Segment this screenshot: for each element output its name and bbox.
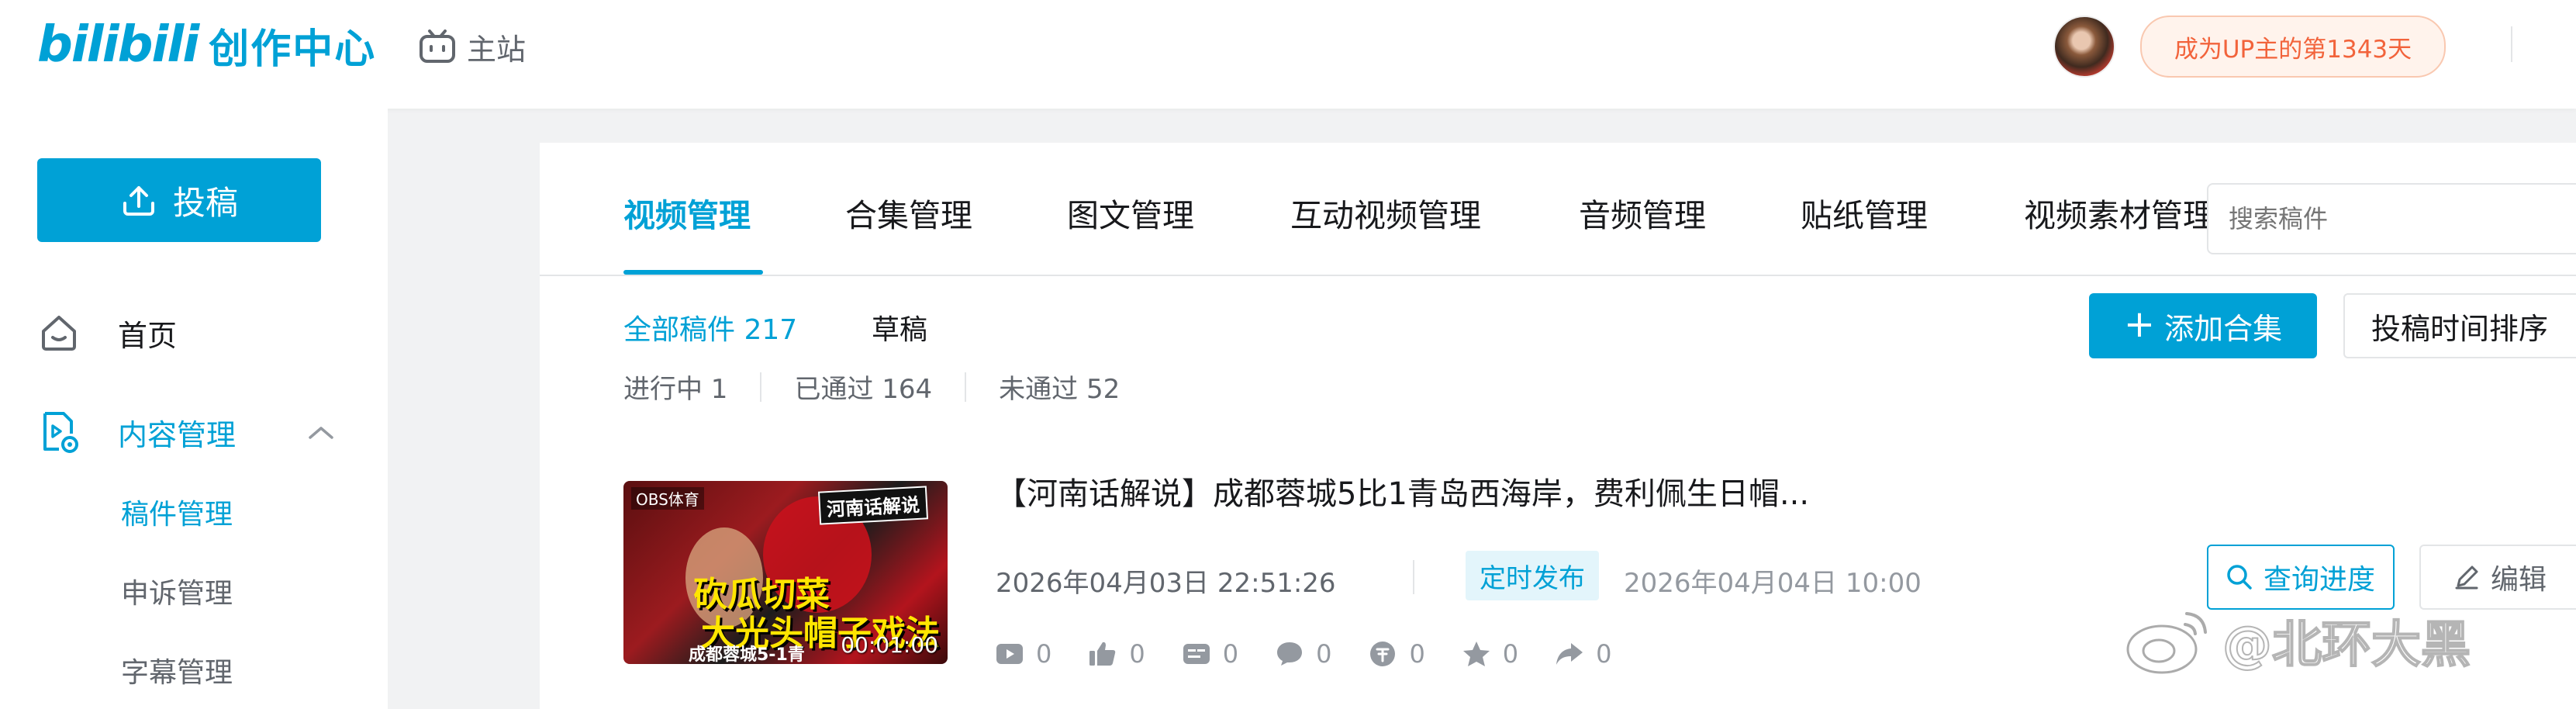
sidebar-item-label: 内容管理 [118,417,237,452]
stat-value: 0 [1222,639,1239,669]
add-collection-label: 添加合集 [2164,311,2283,346]
filter-rejected[interactable]: 未通过 52 [999,368,1120,406]
search-icon [2227,565,2252,590]
divider [965,372,967,402]
chevron-up-icon[interactable] [307,424,335,442]
tab-interactive-video-management[interactable]: 互动视频管理 [1290,189,1481,267]
stat-value: 0 [1596,639,1612,669]
up-days-badge: 成为UP主的第1343天 [2140,16,2446,78]
tab-audio-management[interactable]: 音频管理 [1579,189,1706,267]
divider [2511,26,2512,62]
tab-sticker-management[interactable]: 贴纸管理 [1801,189,1928,267]
status-filter-row: 进行中 1 已通过 164 未通过 52 [623,368,1120,406]
upload-icon [123,186,154,216]
stat-plays: 0 [996,639,1051,669]
video-title[interactable]: 【河南话解说】成都蓉城5比1青岛西海岸，费利佩生日帽... [996,469,1809,514]
tab-article-management[interactable]: 图文管理 [1067,189,1194,267]
logo-subtitle: 创作中心 [209,26,377,73]
sidebar-item-content-management[interactable]: 内容管理 [37,405,236,459]
sidebar: 投稿 首页 内容管理 稿件管理 申诉管理 字幕管理 [0,109,388,709]
divider [1413,560,1414,594]
stat-shares: 0 [1556,639,1612,669]
tab-collection-management[interactable]: 合集管理 [845,189,972,267]
stat-comments: 0 [1276,639,1331,669]
stat-coins: 0 [1369,639,1425,669]
thumb-tag: 河南话解说 [817,486,929,525]
search-input[interactable] [2207,183,2576,254]
home-icon [37,311,81,354]
sort-label: 投稿时间排序 [2371,311,2549,346]
edit-label: 编辑 [2491,564,2547,596]
sidebar-subitem-subtitles[interactable]: 字幕管理 [121,647,233,693]
main-site-label: 主站 [467,32,527,67]
stat-value: 0 [1036,639,1052,669]
main-site-link[interactable]: 主站 [419,23,526,70]
sidebar-subitem-manuscripts[interactable]: 稿件管理 [121,489,233,535]
thumb-logo: OBS体育 [631,487,704,510]
watermark-text: @北环大黑 [2222,616,2471,675]
star-icon [1462,642,1490,666]
bilibili-logo[interactable]: bilibili 创作中心 [37,14,376,76]
weibo-icon [2126,612,2207,674]
coin-icon [1370,642,1396,666]
tab-bar: 视频管理 合集管理 图文管理 互动视频管理 音频管理 贴纸管理 视频素材管理 [540,143,2576,276]
filter-all-manuscripts[interactable]: 全部稿件 217 [623,307,797,348]
share-icon [1556,643,1583,665]
edit-button[interactable]: 编辑 [2419,545,2576,610]
scheduled-time: 2026年04月04日 10:00 [1624,568,1922,599]
filter-passed[interactable]: 已通过 164 [794,368,932,406]
divider [760,372,762,402]
plus-icon: + [2123,303,2156,346]
sidebar-item-home[interactable]: 首页 [37,306,177,360]
stat-danmaku: 0 [1183,639,1238,669]
sort-dropdown[interactable]: 投稿时间排序 [2343,293,2576,358]
top-bar: bilibili 创作中心 主站 成为UP主的第1343天 [0,0,2576,109]
video-duration: 00:01:00 [841,632,938,658]
upload-label: 投稿 [172,183,238,222]
like-icon [1089,642,1116,666]
video-thumbnail[interactable]: OBS体育 河南话解说 砍瓜切菜 大光头帽子戏法 成都蓉城5-1青 00:01:… [623,481,948,664]
video-stats: 0 0 0 0 0 0 0 [996,639,1649,669]
sidebar-item-label: 首页 [118,318,178,353]
tab-video-material-management[interactable]: 视频素材管理 [2024,189,2215,267]
comment-icon [1277,642,1303,666]
thumb-caption-bottom: 成都蓉城5-1青 [689,645,805,664]
add-collection-button[interactable]: + 添加合集 [2089,293,2317,358]
filter-in-progress[interactable]: 进行中 1 [623,368,727,406]
danmaku-icon [1183,644,1210,664]
logo-wordmark: bilibili [37,16,199,74]
pencil-icon [2455,565,2478,590]
active-tab-indicator [623,270,763,275]
stat-value: 0 [1409,639,1425,669]
stat-value: 0 [1316,639,1332,669]
query-progress-button[interactable]: 查询进度 [2207,545,2395,610]
filter-drafts[interactable]: 草稿 [872,307,927,348]
publish-time: 2026年04月03日 22:51:26 [996,568,1336,599]
sidebar-subitem-appeals[interactable]: 申诉管理 [121,568,233,614]
tab-video-management[interactable]: 视频管理 [623,189,751,267]
weibo-watermark: @北环大黑 [2125,605,2471,676]
scheduled-badge: 定时发布 [1466,551,1599,600]
stat-likes: 0 [1089,639,1145,669]
play-count-icon [996,644,1023,664]
content-management-icon [37,410,81,454]
upload-button[interactable]: 投稿 [37,158,321,242]
stat-value: 0 [1129,639,1145,669]
stat-favorites: 0 [1462,639,1518,669]
query-progress-label: 查询进度 [2263,564,2375,596]
tv-icon [420,29,455,63]
avatar[interactable] [2053,16,2115,78]
stat-value: 0 [1502,639,1519,669]
